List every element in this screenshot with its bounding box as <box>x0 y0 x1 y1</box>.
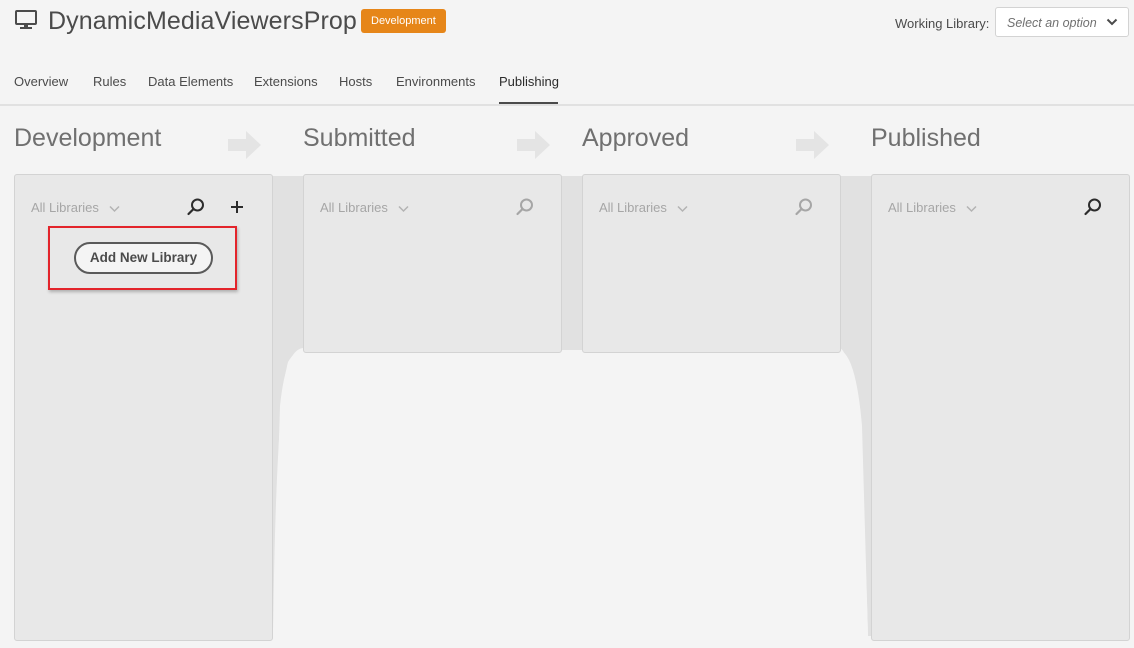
add-icon[interactable] <box>228 198 246 216</box>
stage-title-published: Published <box>871 124 981 152</box>
tab-hosts[interactable]: Hosts <box>339 74 372 89</box>
monitor-icon <box>15 10 37 29</box>
working-library-select[interactable]: Select an option <box>995 7 1129 37</box>
chevron-down-icon <box>109 205 120 212</box>
tab-publishing[interactable]: Publishing <box>499 74 559 89</box>
stage-title-development: Development <box>14 124 162 152</box>
chevron-down-icon <box>1106 18 1118 26</box>
tab-rules[interactable]: Rules <box>93 74 126 89</box>
tab-environments[interactable]: Environments <box>396 74 475 89</box>
library-filter-label: All Libraries <box>31 200 99 215</box>
arrow-right-icon <box>796 131 829 159</box>
library-filter-dropdown[interactable]: All Libraries <box>320 200 409 215</box>
stage-title-submitted: Submitted <box>303 124 416 152</box>
published-column: All Libraries <box>871 174 1130 641</box>
stage-title-approved: Approved <box>582 124 690 152</box>
add-new-library-button[interactable]: Add New Library <box>74 242 213 274</box>
library-filter-label: All Libraries <box>320 200 388 215</box>
library-filter-dropdown[interactable]: All Libraries <box>599 200 688 215</box>
tab-overview[interactable]: Overview <box>14 74 68 89</box>
property-header: DynamicMediaViewersProp Development Work… <box>0 0 1134 106</box>
working-library-label: Working Library: <box>895 16 990 31</box>
chevron-down-icon <box>398 205 409 212</box>
library-filter-dropdown[interactable]: All Libraries <box>31 200 120 215</box>
chevron-down-icon <box>966 205 977 212</box>
search-icon[interactable] <box>186 197 206 217</box>
arrow-right-icon <box>517 131 550 159</box>
property-title: DynamicMediaViewersProp <box>48 7 357 35</box>
submitted-column: All Libraries <box>303 174 562 353</box>
approved-column: All Libraries <box>582 174 841 353</box>
tab-data-elements[interactable]: Data Elements <box>148 74 233 89</box>
working-library-placeholder: Select an option <box>1007 16 1097 30</box>
search-icon[interactable] <box>1083 197 1103 217</box>
library-filter-dropdown[interactable]: All Libraries <box>888 200 977 215</box>
tabs-divider <box>0 104 1134 106</box>
library-filter-label: All Libraries <box>599 200 667 215</box>
chevron-down-icon <box>677 205 688 212</box>
tab-extensions[interactable]: Extensions <box>254 74 318 89</box>
search-icon[interactable] <box>794 197 814 217</box>
library-filter-label: All Libraries <box>888 200 956 215</box>
search-icon[interactable] <box>515 197 535 217</box>
environment-badge: Development <box>361 9 446 33</box>
arrow-right-icon <box>228 131 261 159</box>
